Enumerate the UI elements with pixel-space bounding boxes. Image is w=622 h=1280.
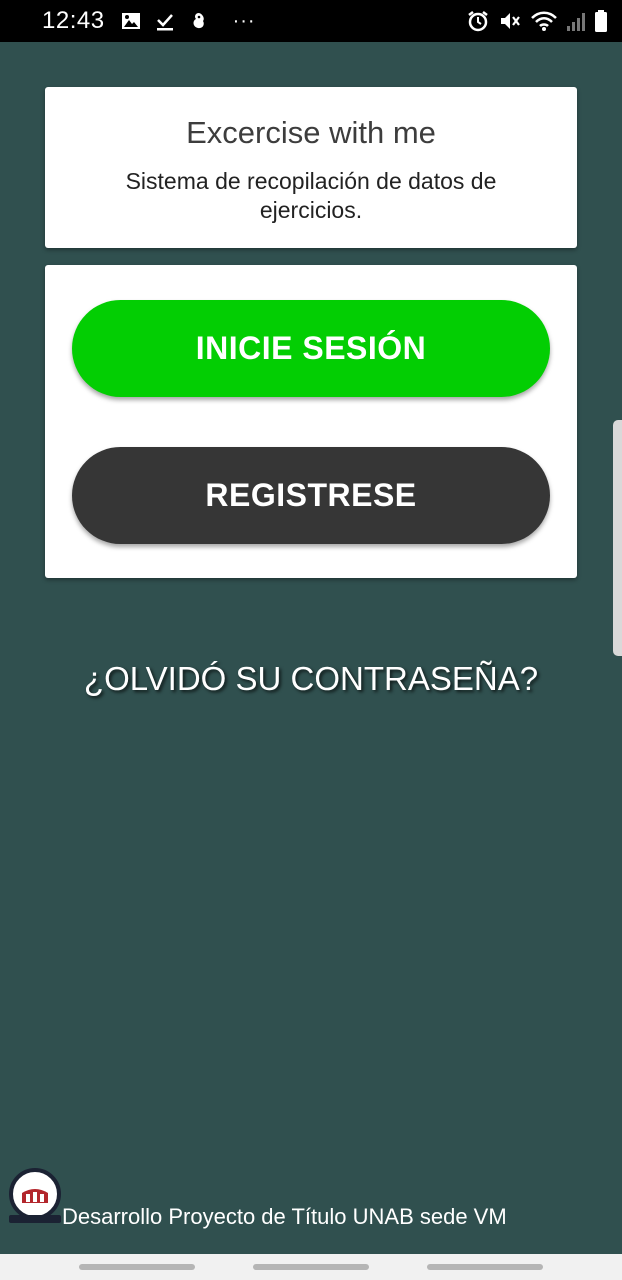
status-left-icons: ··· [121,10,256,33]
actions-card: INICIE SESIÓN REGISTRESE [45,265,577,578]
header-card: Excercise with me Sistema de recopilació… [45,87,577,248]
battery-icon [594,9,608,33]
logo-base [9,1215,61,1223]
mute-icon [498,10,522,32]
signal-icon [566,10,586,32]
footer-credit-text: Desarrollo Proyecto de Título UNAB sede … [62,1204,507,1229]
nav-recents-gesture-handle[interactable] [427,1264,543,1270]
wifi-icon [530,10,558,32]
status-bar: 12:43 ··· [0,0,622,42]
nav-home-gesture-handle[interactable] [253,1264,369,1270]
register-button[interactable]: REGISTRESE [72,447,550,544]
app-subtitle: Sistema de recopilación de datos de ejer… [125,168,497,223]
more-notifications-icon: ··· [232,9,256,32]
image-icon [121,11,141,31]
login-button[interactable]: INICIE SESIÓN [72,300,550,397]
forgot-password-link[interactable]: ¿OLVIDÓ SU CONTRASEÑA? [0,660,622,698]
edge-panel-handle[interactable] [613,420,622,656]
app-screen: Excercise with me Sistema de recopilació… [0,42,622,1254]
footer: Desarrollo Proyecto de Título UNAB sede … [0,1168,622,1229]
alarm-icon [466,10,490,32]
bird-icon [189,11,209,31]
status-time: 12:43 [42,7,105,34]
university-logo-icon [9,1168,61,1220]
status-right-icons [466,9,608,33]
app-title: Excercise with me [186,115,436,150]
navigation-bar [0,1254,622,1280]
download-done-icon [155,11,175,31]
nav-back-gesture-handle[interactable] [79,1264,195,1270]
